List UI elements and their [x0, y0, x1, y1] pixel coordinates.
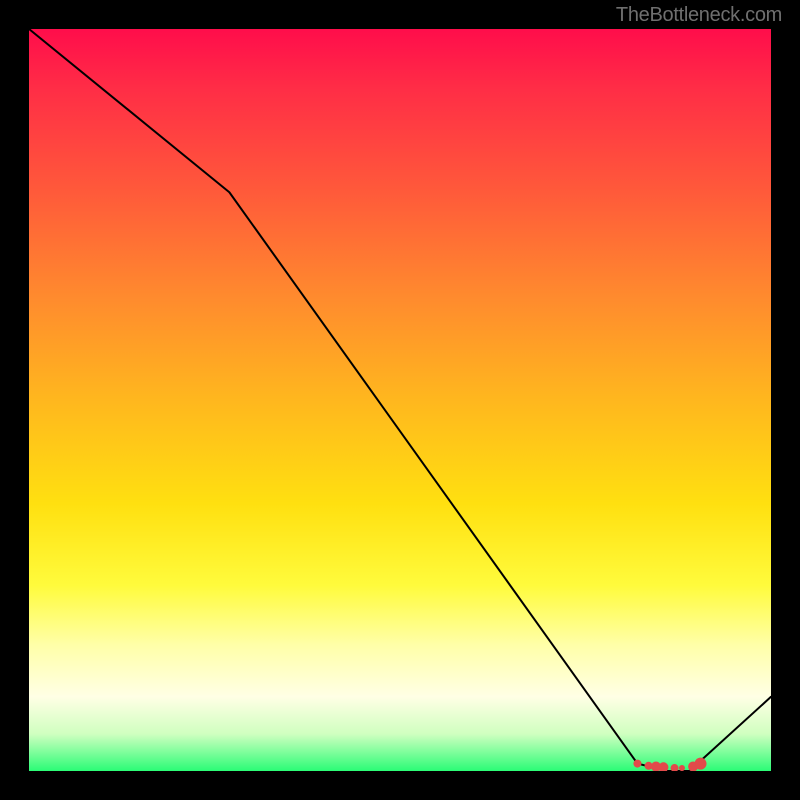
- main-series-polyline: [29, 29, 771, 771]
- chart-container: TheBottleneck.com: [0, 0, 800, 800]
- plot-area: [29, 29, 771, 771]
- valley-marker: [679, 765, 685, 771]
- watermark-text: TheBottleneck.com: [616, 4, 782, 27]
- valley-marker: [671, 764, 679, 771]
- series-line: [29, 29, 771, 771]
- valley-marker: [695, 758, 707, 770]
- line-chart-svg: [29, 29, 771, 771]
- valley-marker: [633, 760, 641, 768]
